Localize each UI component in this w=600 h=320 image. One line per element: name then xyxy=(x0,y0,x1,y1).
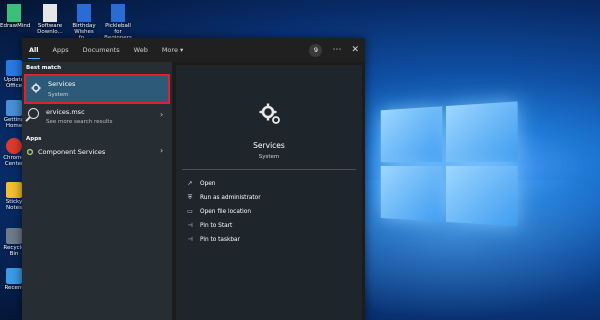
word-doc-icon xyxy=(111,4,125,22)
best-match-services[interactable]: Services System xyxy=(24,74,170,104)
chevron-right-icon[interactable]: › xyxy=(160,146,163,155)
sticky-notes-icon xyxy=(6,182,22,198)
best-match-header: Best match xyxy=(26,65,61,71)
app-icon xyxy=(6,100,22,116)
tab-all[interactable]: All xyxy=(22,38,46,62)
open-icon: ↗ xyxy=(187,180,193,187)
tab-more[interactable]: More ▾ xyxy=(155,38,190,62)
windows-logo xyxy=(380,101,525,231)
logo-pane xyxy=(380,166,443,222)
web-result-title: ervices.msc xyxy=(46,108,85,116)
pin-icon: ⊣ xyxy=(187,222,193,229)
close-icon[interactable]: ✕ xyxy=(351,45,359,55)
desktop-icon-birthday[interactable]: Birthday Wishes fo... xyxy=(70,4,98,41)
folder-icon: ▭ xyxy=(187,208,193,215)
action-label: Run as administrator xyxy=(200,195,261,201)
logo-pane xyxy=(446,166,518,227)
recycle-bin-icon xyxy=(6,228,22,244)
web-result-services-msc[interactable]: ervices.msc See more search results › xyxy=(26,106,170,130)
preview-title: Services xyxy=(253,141,285,150)
tab-documents[interactable]: Documents xyxy=(76,38,127,62)
app-icon xyxy=(6,60,22,76)
tab-web[interactable]: Web xyxy=(127,38,155,62)
search-icon xyxy=(28,108,39,119)
logo-pane xyxy=(380,106,443,163)
word-doc-icon xyxy=(77,4,91,22)
action-run-as-admin[interactable]: ⛨ Run as administrator xyxy=(186,194,261,202)
gear-icon xyxy=(259,103,280,124)
action-pin-to-start[interactable]: ⊣ Pin to Start xyxy=(186,222,232,229)
logo-pane xyxy=(446,101,518,163)
best-match-subtitle: System xyxy=(48,92,69,98)
result-count-badge[interactable]: 9 xyxy=(309,43,323,57)
desktop-icon-label: Software Downlo... xyxy=(37,23,63,35)
desktop-icon-software[interactable]: Software Downlo... xyxy=(36,4,64,35)
search-panel: All Apps Documents Web More ▾ 9 ⋯ ✕ Best… xyxy=(22,38,365,320)
preview-subtitle: System xyxy=(258,154,280,160)
best-match-title: Services xyxy=(48,80,76,88)
action-label: Open xyxy=(200,180,216,187)
chevron-right-icon[interactable]: › xyxy=(160,110,163,119)
gear-icon xyxy=(26,148,34,156)
desktop-icon-edrawmind[interactable]: EdrawMind xyxy=(0,4,31,29)
action-open-file-location[interactable]: ▭ Open file location xyxy=(186,208,251,215)
action-label: Open file location xyxy=(200,208,251,215)
app-icon xyxy=(6,268,22,284)
document-icon xyxy=(43,4,57,22)
preview-pane: Services System ↗ Open ⛨ Run as administ… xyxy=(176,65,362,320)
desktop-icon-label: EdrawMind xyxy=(0,23,31,29)
results-list: Best match Services System ervices.msc S… xyxy=(22,62,172,320)
tab-apps[interactable]: Apps xyxy=(46,38,76,62)
shield-icon: ⛨ xyxy=(187,194,193,201)
action-open[interactable]: ↗ Open xyxy=(186,180,215,187)
action-pin-to-taskbar[interactable]: ⊣ Pin to taskbar xyxy=(186,236,240,243)
desktop-icon-pickleball[interactable]: Pickleball for Beginners xyxy=(104,4,132,41)
chrome-icon xyxy=(6,138,22,154)
action-label: Pin to Start xyxy=(200,222,233,229)
apps-header: Apps xyxy=(26,136,42,142)
pin-icon: ⊣ xyxy=(187,236,193,243)
web-result-subtitle: See more search results xyxy=(46,119,113,125)
search-tabs-bar: All Apps Documents Web More ▾ 9 ⋯ ✕ xyxy=(22,38,365,62)
more-options-icon[interactable]: ⋯ xyxy=(332,45,341,55)
action-label: Pin to taskbar xyxy=(200,236,240,243)
app-result-title: Component Services xyxy=(38,148,106,156)
divider xyxy=(182,169,356,170)
app-result-component-services[interactable]: Component Services › xyxy=(26,146,170,160)
edrawmind-icon xyxy=(7,4,21,22)
gear-icon xyxy=(31,83,41,93)
